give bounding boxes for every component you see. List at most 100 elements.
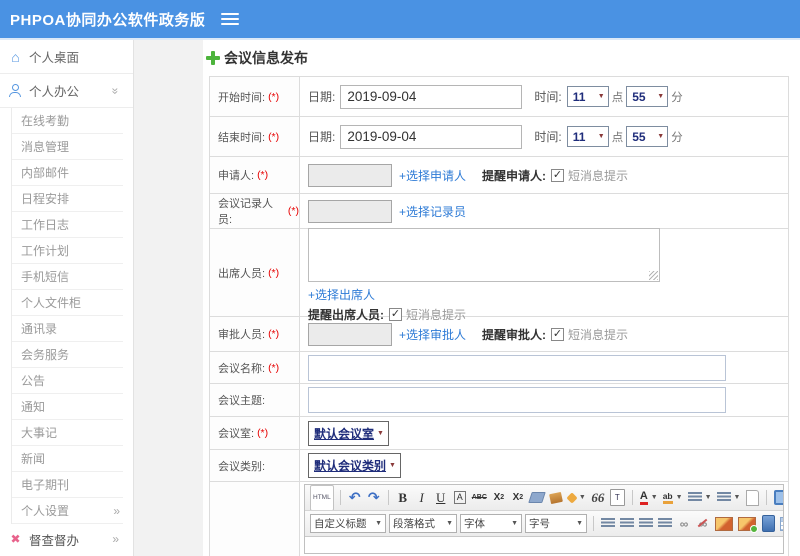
sidebar-item-events[interactable]: 大事记 [12,420,123,446]
font-color-button[interactable]: A ▼ [639,488,659,508]
choose-applicant-link[interactable]: +选择申请人 [399,167,466,184]
choose-recorder-link[interactable]: +选择记录员 [399,203,466,220]
insert-image-button[interactable] [737,514,758,534]
sidebar-item-supervision[interactable]: ✖ 督查督办 » [0,524,133,554]
select-arrow-icon: ▼ [597,133,605,140]
field-label: 审批人员: [218,329,266,341]
sidebar-item-attendance[interactable]: 在线考勤 [12,108,123,134]
form-row-applicant: 申请人: (*) +选择申请人 提醒申请人: ✓ 短消息提示 [210,157,788,194]
sidebar-item-ejournal[interactable]: 电子期刊 [12,472,123,498]
html-source-button[interactable]: HTML [310,485,334,510]
sidebar-item-notice[interactable]: 通知 [12,394,123,420]
eraser-icon[interactable] [528,488,546,508]
align-center-button[interactable] [619,514,635,534]
start-minute-select[interactable]: 55 ▼ [626,86,669,107]
required-mark: (*) [268,361,280,374]
sidebar-item-sms[interactable]: 手机短信 [12,264,123,290]
meeting-category-select[interactable]: 默认会议类别 ▼ [308,453,401,478]
font-family-select[interactable]: 字体 ▼ [460,514,522,533]
meeting-form: 开始时间:(*) 日期: 时间: 11▼ 点 55▼ 分 结束时间:(*) 日期… [209,76,789,556]
page-title: 会议信息发布 [203,40,800,76]
align-left-button[interactable] [600,514,616,534]
blockquote-button[interactable]: 66 [590,488,606,508]
minute-unit: 分 [671,91,683,104]
strikethrough-button[interactable]: ABC [471,488,488,508]
superscript-button[interactable]: X2 [491,488,507,508]
sidebar-item-work-log[interactable]: 工作日志 [12,212,123,238]
field-label: 申请人: [218,170,255,182]
font-border-button[interactable]: A [452,488,468,508]
format-brush-icon[interactable] [548,488,564,508]
check-icon: ✓ [552,327,563,340]
form-row-attendees: 出席人员: (*) +选择出席人 提醒出席人员: ✓ 短消息提示 [210,227,788,322]
underline-button[interactable]: U [433,488,449,508]
toolbar-separator [339,490,341,505]
remind-approver-label: 提醒审批人: [482,327,547,342]
start-hour-select[interactable]: 11 ▼ [566,86,609,107]
sidebar-item-file-cabinet[interactable]: 个人文件柜 [12,290,123,316]
start-date-input[interactable] [340,84,523,109]
sidebar-item-office[interactable]: 个人办公 » [0,74,133,108]
insert-table-button[interactable] [779,514,783,534]
attendees-textarea[interactable] [308,227,660,282]
sidebar-item-work-plan[interactable]: 工作计划 [12,238,123,264]
sidebar-item-contacts[interactable]: 通讯录 [12,316,123,342]
redo-button[interactable]: ↷ [366,488,382,508]
content-gutter [134,40,203,556]
preview-button[interactable] [773,488,783,508]
sidebar-item-schedule[interactable]: 日程安排 [12,186,123,212]
choose-attendee-link[interactable]: +选择出席人 [308,286,375,303]
meeting-room-select[interactable]: 默认会议室 ▼ [308,420,389,446]
chevron-right-icon: » [112,532,119,546]
sidebar-item-internal-mail[interactable]: 内部邮件 [12,160,123,186]
highlight-color-button[interactable]: ab ▼ [662,488,684,508]
bold-button[interactable]: B [395,488,411,508]
sidebar-item-announcement[interactable]: 公告 [12,368,123,394]
applicant-input[interactable] [308,163,392,187]
toolbar-separator [593,516,594,531]
end-date-input[interactable] [340,124,523,149]
image-button[interactable] [714,514,734,534]
sidebar-item-personal-settings[interactable]: 个人设置 » [12,498,123,524]
align-justify-button[interactable] [657,514,673,534]
add-icon [206,51,220,65]
select-arrow-icon: ▼ [377,429,384,437]
sidebar-item-meeting-service[interactable]: 会务服务 [12,342,123,368]
subscript-button[interactable]: X2 [510,488,526,508]
resize-handle-icon[interactable] [649,270,658,280]
insert-link-button[interactable]: ∞ [676,514,692,534]
meeting-topic-input[interactable] [308,387,726,413]
sms-remind-checkbox[interactable]: ✓ [551,327,565,341]
meeting-name-input[interactable] [308,354,726,381]
media-button[interactable] [760,514,776,534]
menu-toggle-icon[interactable] [221,10,240,28]
end-hour-select[interactable]: 11 ▼ [566,126,609,147]
sms-remind-checkbox[interactable]: ✓ [551,168,565,182]
editor-content-area[interactable] [305,537,783,553]
remove-link-button[interactable]: ∞ [695,514,711,534]
home-icon: ⌂ [11,48,20,65]
sidebar-item-desktop[interactable]: ⌂ 个人桌面 [0,40,133,74]
form-row-meeting-category: 会议类别: 默认会议类别 ▼ [210,450,788,482]
paste-text-button[interactable]: T [609,488,626,508]
toolbar-separator [766,490,768,505]
italic-button[interactable]: I [414,488,430,508]
font-size-select[interactable]: 字号 ▼ [525,514,587,533]
hour-unit: 点 [611,131,624,144]
end-minute-select[interactable]: 55 ▼ [626,126,669,147]
ordered-list-button[interactable]: ▼ [687,488,713,508]
recorder-input[interactable] [308,199,392,223]
sidebar-item-messages[interactable]: 消息管理 [12,134,123,160]
align-right-button[interactable] [638,514,654,534]
approver-input[interactable] [308,322,392,346]
form-row-content-editor: HTML ↶ ↷ B I U A ABC X2 X2 ▼ 66 T A ▼ ab… [210,482,788,556]
autotypeset-button[interactable]: ▼ [566,488,587,508]
heading-select[interactable]: 自定义标题 ▼ [310,514,386,533]
new-page-button[interactable] [744,488,760,508]
unordered-list-button[interactable]: ▼ [716,488,742,508]
choose-approver-link[interactable]: +选择审批人 [399,326,466,343]
undo-button[interactable]: ↶ [347,488,363,508]
time-label: 时间: [534,130,562,144]
sidebar-item-news[interactable]: 新闻 [12,446,123,472]
paragraph-format-select[interactable]: 段落格式 ▼ [389,514,457,533]
